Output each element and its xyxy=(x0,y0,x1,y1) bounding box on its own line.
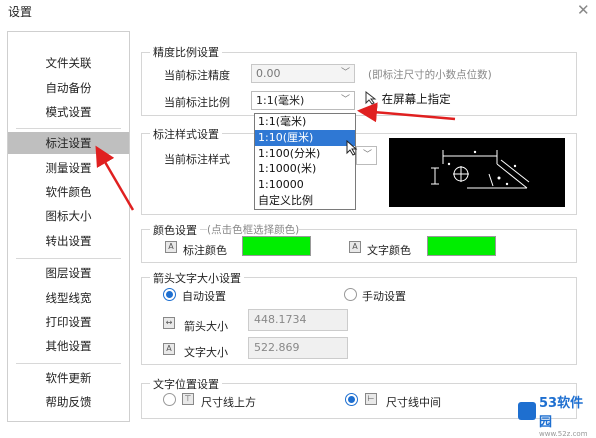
watermark-logo: 53软件园 www.52z.com xyxy=(518,392,596,438)
logo-mark-icon xyxy=(518,402,536,420)
red-arrows-overlay xyxy=(95,102,456,211)
watermark-url: www.52z.com xyxy=(539,430,588,438)
watermark-text: 53软件园 xyxy=(538,396,584,430)
